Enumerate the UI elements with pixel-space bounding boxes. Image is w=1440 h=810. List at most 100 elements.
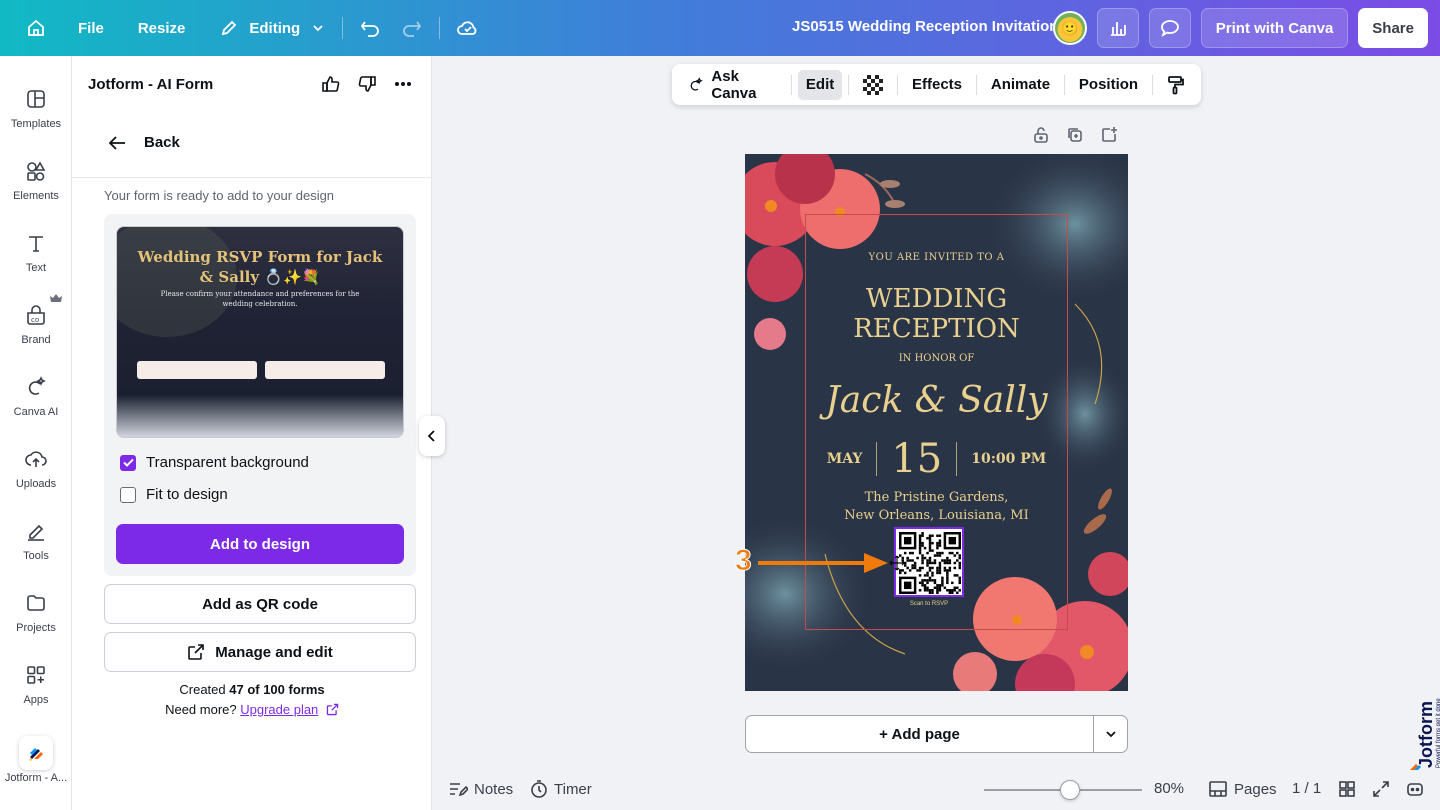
rail-brand[interactable]: co Brand xyxy=(0,294,72,346)
chevron-down-icon xyxy=(1105,731,1116,738)
thumbs-down-button[interactable] xyxy=(357,74,377,99)
rail-label: Projects xyxy=(16,622,56,634)
fullscreen-button[interactable] xyxy=(1372,780,1390,798)
design-page[interactable]: YOU ARE INVITED TO A WEDDING RECEPTION I… xyxy=(745,154,1128,691)
rail-label: Text xyxy=(25,262,47,274)
rail-label: Elements xyxy=(13,190,59,202)
more-options-button[interactable] xyxy=(393,74,413,99)
honor-text[interactable]: IN HONOR OF xyxy=(745,353,1128,364)
manage-and-edit-button[interactable]: Manage and edit xyxy=(104,632,416,672)
rail-tools[interactable]: Tools xyxy=(0,512,72,562)
svg-text:co: co xyxy=(31,316,39,324)
home-button[interactable] xyxy=(16,8,56,48)
pages-button[interactable]: Pages xyxy=(1208,780,1277,798)
edit-button[interactable]: Edit xyxy=(797,69,843,100)
chevron-down-icon xyxy=(313,25,323,32)
comments-button[interactable] xyxy=(1148,8,1191,48)
transparent-background-checkbox[interactable]: Transparent background xyxy=(120,454,309,471)
divider xyxy=(791,74,792,95)
timer-label: Timer xyxy=(554,780,592,798)
user-avatar[interactable]: 🙂 xyxy=(1052,11,1087,45)
editing-mode-dropdown[interactable]: Editing xyxy=(209,8,334,48)
print-with-canva-button[interactable]: Print with Canva xyxy=(1200,8,1349,48)
jotform-wordmark: Jotform Powerful forms get it done xyxy=(1410,698,1440,772)
add-as-qr-code-button[interactable]: Add as QR code xyxy=(104,584,416,624)
rail-uploads[interactable]: Uploads xyxy=(0,440,72,490)
preview-title: Wedding RSVP Form for Jack & Sally 💍✨💐 xyxy=(137,248,383,286)
file-menu[interactable]: File xyxy=(68,8,114,48)
divider xyxy=(976,74,977,95)
thumbs-up-button[interactable] xyxy=(321,74,341,99)
zoom-slider-handle[interactable] xyxy=(1060,780,1080,800)
collapse-panel-button[interactable] xyxy=(419,416,445,456)
fit-to-design-checkbox[interactable]: Fit to design xyxy=(120,486,228,503)
external-link-icon xyxy=(188,644,205,660)
jotform-app-button[interactable] xyxy=(19,736,53,770)
wedding-heading[interactable]: WEDDING RECEPTION xyxy=(745,284,1128,344)
step-number-annotation: 3 xyxy=(735,544,753,578)
rail-text[interactable]: Text xyxy=(0,224,72,274)
lock-icon xyxy=(1034,127,1048,143)
rail-elements[interactable]: Elements xyxy=(0,152,72,202)
pencil-icon xyxy=(222,20,237,36)
checkbox-unchecked xyxy=(120,486,136,503)
back-button[interactable]: Back xyxy=(108,134,180,151)
redo-button[interactable] xyxy=(391,8,431,48)
duplicate-page-button[interactable] xyxy=(1066,126,1084,149)
effects-button[interactable]: Effects xyxy=(904,70,970,100)
grid-view-button[interactable] xyxy=(1338,780,1356,798)
animate-button[interactable]: Animate xyxy=(983,70,1058,100)
event-venue[interactable]: The Pristine Gardens, New Orleans, Louis… xyxy=(745,489,1128,525)
chevron-left-icon xyxy=(427,430,435,442)
text-icon xyxy=(29,236,43,252)
event-time: 10:00 PM xyxy=(971,451,1047,467)
zoom-level[interactable]: 80% xyxy=(1154,780,1184,797)
manage-label: Manage and edit xyxy=(215,643,333,661)
timer-button[interactable]: Timer xyxy=(530,780,592,798)
position-button[interactable]: Position xyxy=(1071,70,1146,100)
created-prefix: Created xyxy=(179,682,230,697)
undo-icon xyxy=(361,21,380,37)
undo-button[interactable] xyxy=(351,8,391,48)
copy-style-button[interactable] xyxy=(1159,70,1193,100)
zoom-slider[interactable] xyxy=(984,780,1142,800)
rail-projects[interactable]: Projects xyxy=(0,584,72,634)
rail-canva-ai[interactable]: Canva AI xyxy=(0,368,72,418)
notes-button[interactable]: Notes xyxy=(448,780,513,798)
add-page-button[interactable]: + Add page xyxy=(746,716,1094,752)
divider xyxy=(439,17,441,39)
share-button[interactable]: Share xyxy=(1358,8,1428,48)
notes-icon xyxy=(450,783,468,797)
ready-message: Your form is ready to add to your design xyxy=(104,188,335,203)
couple-names[interactable]: Jack & Sally xyxy=(745,380,1128,421)
invited-text[interactable]: YOU ARE INVITED TO A xyxy=(745,252,1128,263)
transparency-button[interactable] xyxy=(855,70,891,100)
rail-apps[interactable]: Apps xyxy=(0,656,72,706)
fullscreen-icon xyxy=(1373,781,1389,797)
folder-icon xyxy=(27,595,45,611)
add-page-options-button[interactable] xyxy=(1094,728,1127,740)
home-icon xyxy=(28,19,44,36)
lock-page-button[interactable] xyxy=(1032,126,1050,149)
ask-canva-button[interactable]: Ask Canva xyxy=(680,68,785,102)
help-assistant-button[interactable] xyxy=(1406,780,1424,798)
document-title[interactable]: JS0515 Wedding Reception Invitation xyxy=(792,18,1058,35)
add-to-design-button[interactable]: Add to design xyxy=(116,524,404,564)
add-page-icon-button[interactable] xyxy=(1100,126,1118,149)
scan-to-rsvp-text[interactable]: Scan to RSVP xyxy=(894,601,964,607)
upload-cloud-icon xyxy=(25,451,47,467)
rail-label: Brand xyxy=(21,334,51,346)
cloud-save-button[interactable] xyxy=(448,8,488,48)
transparency-icon xyxy=(863,74,884,95)
event-date[interactable]: MAY 15 10:00 PM xyxy=(745,436,1128,482)
elements-icon xyxy=(27,161,46,181)
upgrade-plan-link[interactable]: Upgrade plan xyxy=(240,702,318,717)
divider xyxy=(1064,74,1065,95)
rail-label: Canva AI xyxy=(13,406,59,418)
add-page-icon xyxy=(1102,127,1117,142)
rail-templates[interactable]: Templates xyxy=(0,80,72,130)
heading-line-1: WEDDING xyxy=(865,284,1008,314)
resize-button[interactable]: Resize xyxy=(128,8,196,48)
insights-button[interactable] xyxy=(1096,8,1139,48)
created-count: 47 of 100 forms xyxy=(229,682,325,697)
